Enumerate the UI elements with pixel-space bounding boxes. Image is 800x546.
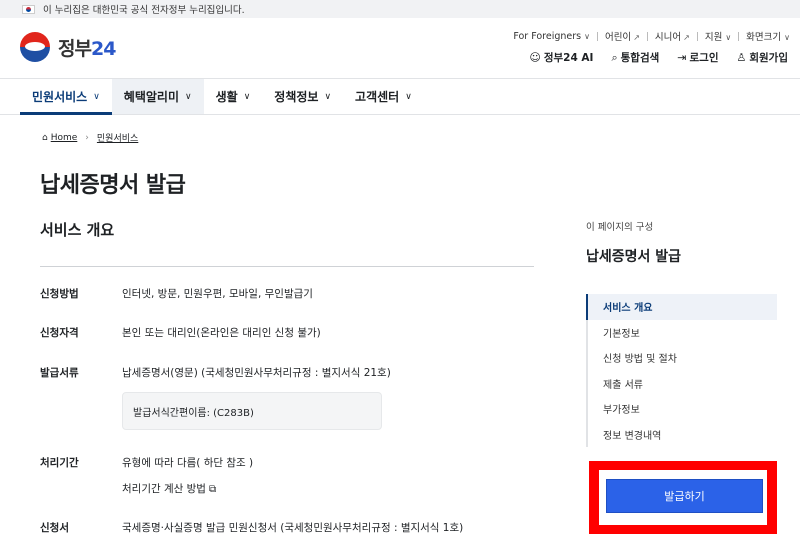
signup-button[interactable]: ♙ 회원가입 — [736, 50, 788, 65]
breadcrumb: ⌂ Home › 민원서비스 — [42, 131, 138, 145]
documents-value: 납세증명서(영문) (국세청민원사무처리규정 : 별지서식 21호) — [122, 367, 391, 379]
page-title: 납세증명서 발급 — [40, 173, 186, 198]
util-support[interactable]: 지원 ∨ — [705, 29, 731, 43]
issue-button[interactable]: 발급하기 — [606, 479, 763, 513]
util-kids[interactable]: 어린이 ↗ — [605, 29, 640, 43]
chevron-down-icon: ∨ — [725, 33, 732, 42]
gov-banner: 이 누리집은 대한민국 공식 전자정부 누리집입니다. — [0, 0, 800, 18]
form-code-box: 발급서식간편이름: (C283B) — [122, 392, 382, 430]
korea-flag-icon — [22, 4, 35, 14]
documents-label: 발급서류 — [40, 367, 79, 379]
gov-banner-text: 이 누리집은 대한민국 공식 전자정부 누리집입니다. — [43, 5, 245, 16]
period-calc-link[interactable]: 처리기간 계산 방법 ⧉ — [122, 481, 216, 496]
home-icon: ⌂ — [42, 132, 48, 143]
breadcrumb-current[interactable]: 민원서비스 — [97, 131, 138, 144]
toc-list: 서비스 개요 기본정보 신청 방법 및 절차 제출 서류 부가정보 정보 변경내… — [586, 294, 777, 447]
util-senior[interactable]: 시니어 ↗ — [655, 29, 690, 43]
utility-links: For Foreigners ∨ 어린이 ↗ 시니어 ↗ 지원 ∨ 화면크기 ∨ — [513, 29, 790, 44]
government-emblem-icon — [20, 32, 50, 62]
robot-icon: ☺ — [529, 51, 541, 64]
toc-label: 이 페이지의 구성 — [586, 222, 654, 233]
method-value: 인터넷, 방문, 민원우편, 모바일, 무인발급기 — [122, 288, 313, 300]
chevron-down-icon: ∨ — [93, 91, 100, 102]
nav-life[interactable]: 생활 ∨ — [204, 79, 263, 114]
period-value: 유형에 따라 다름( 하단 참조 ) — [122, 457, 254, 469]
toc-item-procedure[interactable]: 신청 방법 및 절차 — [588, 345, 777, 371]
copy-icon: ⧉ — [208, 484, 217, 495]
toc-item-documents[interactable]: 제출 서류 — [588, 371, 777, 397]
site-logo[interactable]: 정부24 — [20, 32, 116, 62]
logo-text: 정부24 — [58, 37, 116, 60]
eligibility-label: 신청자격 — [40, 327, 79, 339]
user-add-icon: ♙ — [736, 51, 747, 64]
breadcrumb-home[interactable]: Home — [51, 133, 78, 143]
chevron-down-icon: ∨ — [324, 91, 332, 102]
toc-item-overview[interactable]: 서비스 개요 — [586, 294, 777, 320]
search-icon: ⌕ — [611, 50, 618, 64]
search-button[interactable]: ⌕ 통합검색 — [611, 50, 659, 65]
chevron-right-icon: › — [85, 132, 89, 143]
toc-item-additional[interactable]: 부가정보 — [588, 396, 777, 422]
main-nav: 민원서비스 ∨ 혜택알리미 ∨ 생활 ∨ 정책정보 ∨ 고객센터 ∨ — [0, 79, 800, 115]
nav-policy[interactable]: 정책정보 ∨ — [262, 79, 343, 114]
site-header: 정부24 For Foreigners ∨ 어린이 ↗ 시니어 ↗ 지원 ∨ 화면크기 ∨… — [0, 18, 800, 79]
util-foreigners[interactable]: For Foreigners ∨ — [513, 31, 590, 42]
util-screen-size[interactable]: 화면크기 ∨ — [746, 29, 790, 43]
chevron-down-icon: ∨ — [243, 91, 251, 102]
external-link-icon: ↗ — [683, 33, 690, 42]
section-divider — [40, 266, 534, 267]
external-link-icon: ↗ — [633, 33, 640, 42]
toc-item-change-history[interactable]: 정보 변경내역 — [588, 422, 777, 448]
toc-item-basic-info[interactable]: 기본정보 — [588, 320, 777, 346]
period-label: 처리기간 — [40, 457, 79, 469]
chevron-down-icon: ∨ — [584, 31, 590, 41]
nav-customer-center[interactable]: 고객센터 ∨ — [343, 79, 424, 114]
login-button[interactable]: ⇥ 로그인 — [677, 50, 718, 65]
form-value: 국세증명·사실증명 발급 민원신청서 (국세청민원사무처리규정 : 별지서식 1… — [122, 522, 464, 534]
eligibility-value: 본인 또는 대리인(온라인은 대리인 신청 불가) — [122, 327, 321, 339]
chevron-down-icon: ∨ — [405, 91, 412, 102]
header-actions: ☺ 정부24 AI ⌕ 통합검색 ⇥ 로그인 ♙ 회원가입 — [511, 50, 788, 65]
chevron-down-icon: ∨ — [784, 33, 790, 42]
chevron-down-icon: ∨ — [185, 91, 192, 102]
login-icon: ⇥ — [677, 51, 687, 64]
form-label: 신청서 — [40, 522, 69, 534]
method-label: 신청방법 — [40, 288, 79, 300]
nav-benefits[interactable]: 혜택알리미 ∨ — [111, 79, 204, 114]
ai-button[interactable]: ☺ 정부24 AI — [529, 50, 593, 65]
toc-title: 납세증명서 발급 — [586, 249, 682, 265]
section-title: 서비스 개요 — [40, 221, 115, 239]
nav-civil-services[interactable]: 민원서비스 ∨ — [20, 79, 112, 115]
